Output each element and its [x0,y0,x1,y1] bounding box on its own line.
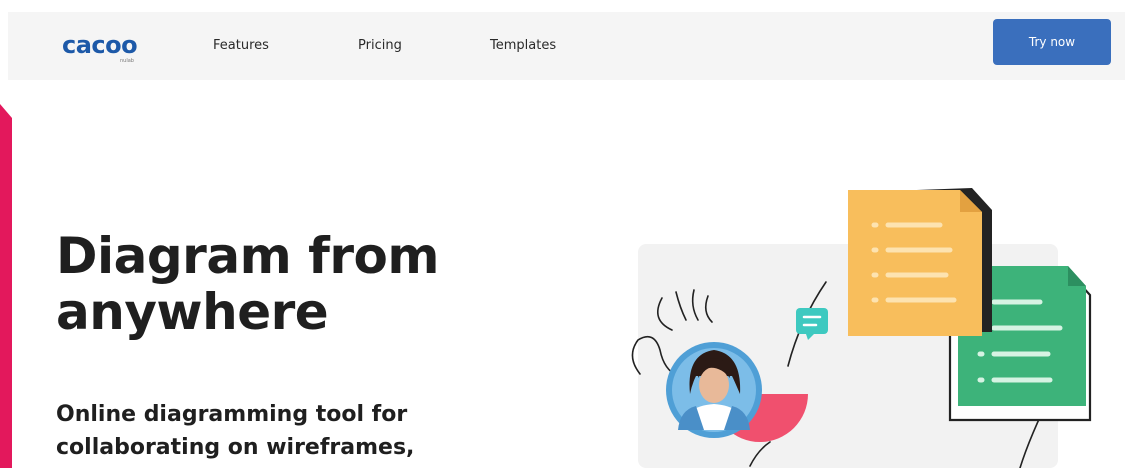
logo-wordmark: cacoo [62,31,138,59]
hero-title-line-2: anywhere [56,283,329,341]
accent-bar [0,104,12,468]
nav-link-templates[interactable]: Templates [490,38,556,54]
hero-subtitle: Online diagramming tool for collaboratin… [56,398,616,464]
avatar [666,342,762,438]
cacoo-logo[interactable]: cacoo nulab [62,31,158,64]
hero-subtitle-line-2: collaborating on wireframes, [56,435,415,460]
accent-bar-shape [0,104,12,468]
nav-link-pricing[interactable]: Pricing [358,38,402,54]
hero-title-line-1: Diagram from [56,227,439,285]
top-navbar: cacoo nulab Features Pricing Templates T… [8,12,1125,80]
yellow-document-icon [848,188,992,336]
hero-subtitle-line-1: Online diagramming tool for [56,402,408,427]
nav-link-features[interactable]: Features [213,38,269,54]
hero-illustration [631,188,1092,468]
try-now-button[interactable]: Try now [993,19,1111,65]
logo-sub: nulab [120,58,134,64]
hero-title: Diagram from anywhere [56,228,616,340]
